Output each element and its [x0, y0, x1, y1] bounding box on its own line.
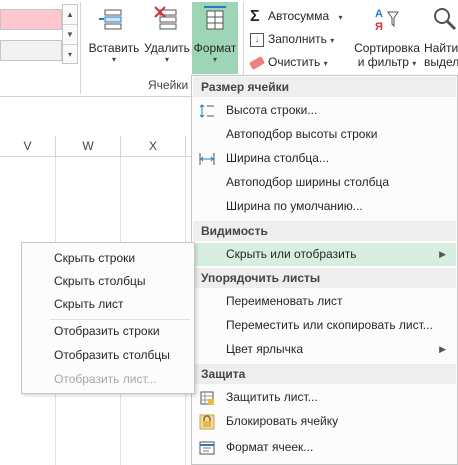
find-label-line1: Найти	[424, 41, 458, 55]
group-divider	[80, 2, 81, 94]
menu-item-format-cells[interactable]: Формат ячеек...	[193, 436, 456, 459]
section-visibility: Видимость	[193, 221, 456, 241]
chevron-down-icon: ▾	[164, 55, 169, 64]
chevron-down-icon: ▾	[338, 13, 343, 22]
styles-gallery-scroll[interactable]: ▲ ▼ ▾	[62, 4, 78, 64]
chevron-down-icon: ▾	[323, 59, 328, 68]
menu-item-label: Ширина столбца...	[226, 151, 329, 165]
eraser-icon	[248, 55, 266, 70]
find-label-line2: выдел	[424, 55, 458, 69]
style-bad-cell[interactable]	[0, 9, 62, 30]
menu-item-move-copy-sheet[interactable]: Переместить или скопировать лист...	[193, 314, 456, 337]
menu-item-hide-unhide[interactable]: Скрыть или отобразить ▶	[193, 243, 456, 266]
sort-filter-icon: А Я	[375, 8, 399, 33]
svg-text:Я: Я	[375, 21, 383, 33]
submenu-item-hide-columns[interactable]: Скрыть столбцы	[54, 270, 145, 292]
menu-item-label: Автоподбор ширины столбца	[226, 175, 390, 189]
menu-item-column-width[interactable]: Ширина столбца...	[193, 147, 456, 170]
autosum-button[interactable]: Σ Автосумма ▾	[250, 6, 343, 26]
svg-text:А: А	[375, 8, 383, 20]
sort-label-text: и фильтр	[357, 55, 409, 69]
menu-item-tab-color[interactable]: Цвет ярлычка ▶	[193, 338, 456, 361]
menu-item-default-width[interactable]: Ширина по умолчанию...	[193, 195, 456, 218]
sort-label-line1: Сортировка	[354, 41, 420, 55]
column-header-x[interactable]: X	[121, 136, 186, 156]
gallery-more-icon[interactable]: ▾	[63, 45, 77, 64]
sigma-icon: Σ	[250, 7, 260, 25]
format-button[interactable]: Формат ▾	[192, 4, 238, 64]
sort-label-line2: и фильтр ▾	[352, 55, 422, 69]
section-cell-size: Размер ячейки	[193, 77, 456, 97]
format-menu: Размер ячейки Высота строки... Автоподбо…	[191, 75, 458, 465]
chevron-down-icon: ▾	[212, 55, 217, 64]
menu-item-label: Переместить или скопировать лист...	[226, 318, 433, 332]
menu-item-protect-sheet[interactable]: Защитить лист...	[193, 386, 456, 409]
lock-icon	[199, 414, 215, 430]
insert-cells-icon	[99, 9, 122, 30]
format-label: Формат	[193, 41, 237, 55]
protect-sheet-icon	[200, 391, 214, 405]
cells-group-label: Ячейки	[148, 78, 189, 92]
menu-item-lock-cell[interactable]: Блокировать ячейку	[193, 410, 456, 433]
clear-label: Очистить	[268, 55, 321, 69]
chevron-right-icon: ▶	[439, 344, 446, 354]
fill-button[interactable]: ↓ Заполнить ▾	[250, 29, 334, 49]
scroll-down-icon[interactable]: ▼	[63, 25, 77, 45]
fill-label: Заполнить	[268, 32, 327, 46]
delete-button[interactable]: Удалить ▾	[142, 4, 192, 64]
menu-item-row-height[interactable]: Высота строки...	[193, 99, 456, 122]
row-height-icon	[199, 104, 214, 118]
find-select-button[interactable]: Найти выдел	[424, 4, 458, 69]
insert-button[interactable]: Вставить ▾	[86, 4, 142, 64]
fill-down-icon: ↓	[250, 32, 264, 47]
menu-item-label: Ширина по умолчанию...	[226, 199, 363, 213]
menu-item-label: Цвет ярлычка	[226, 342, 304, 356]
clear-button[interactable]: Очистить ▾	[248, 52, 328, 72]
column-header-v[interactable]: V	[0, 136, 56, 156]
chevron-down-icon: ▾	[111, 55, 116, 64]
chevron-down-icon: ▾	[330, 36, 335, 45]
submenu-item-unhide-sheet: Отобразить лист...	[54, 372, 157, 386]
menu-item-autofit-row-height[interactable]: Автоподбор высоты строки	[193, 123, 456, 146]
section-protection: Защита	[193, 364, 456, 384]
format-cells-icon	[204, 6, 226, 30]
scroll-up-icon[interactable]: ▲	[63, 5, 77, 25]
menu-item-label: Переименовать лист	[226, 294, 343, 308]
insert-label: Вставить	[88, 41, 140, 55]
submenu-item-unhide-rows[interactable]: Отобразить строки	[54, 320, 160, 342]
menu-item-label: Скрыть или отобразить	[226, 247, 357, 261]
chevron-right-icon: ▶	[439, 249, 446, 259]
delete-label: Удалить	[144, 41, 190, 55]
menu-item-autofit-column-width[interactable]: Автоподбор ширины столбца	[193, 171, 456, 194]
hide-unhide-submenu: Скрыть строки Скрыть столбцы Скрыть лист…	[21, 242, 195, 394]
submenu-item-hide-rows[interactable]: Скрыть строки	[54, 247, 135, 269]
chevron-down-icon: ▾	[412, 59, 417, 68]
menu-item-rename-sheet[interactable]: Переименовать лист	[193, 290, 456, 313]
menu-item-label: Формат ячеек...	[226, 440, 314, 454]
autosum-label: Автосумма	[268, 9, 330, 23]
column-width-icon	[199, 153, 215, 165]
column-header-w[interactable]: W	[56, 136, 121, 156]
menu-item-label: Автоподбор высоты строки	[226, 127, 378, 141]
section-organize-sheets: Упорядочить листы	[193, 268, 456, 288]
style-normal-cell[interactable]	[0, 40, 62, 61]
menu-item-label: Высота строки...	[226, 103, 318, 117]
submenu-item-unhide-columns[interactable]: Отобразить столбцы	[54, 344, 170, 366]
menu-item-label: Блокировать ячейку	[226, 414, 339, 428]
format-cells-icon	[199, 441, 215, 455]
submenu-item-hide-sheet[interactable]: Скрыть лист	[54, 293, 124, 315]
sort-filter-button[interactable]: А Я Сортировка и фильтр ▾	[352, 4, 422, 69]
menu-item-label: Защитить лист...	[226, 390, 318, 404]
find-icon	[434, 8, 457, 31]
delete-cells-icon	[154, 6, 177, 30]
